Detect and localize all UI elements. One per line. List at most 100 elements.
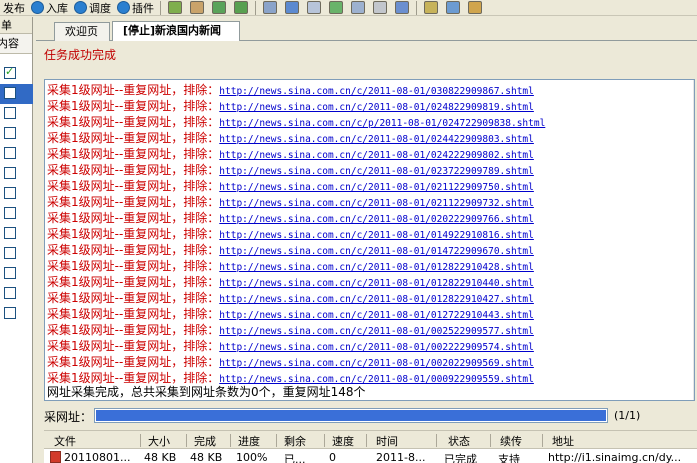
log-url-link[interactable]: http://news.sina.com.cn/c/2011-08-01/012… bbox=[219, 310, 534, 321]
task-row[interactable] bbox=[0, 144, 33, 164]
log-summary: 网址采集完成，总共采集到网址条数为0个，重复网址148个 bbox=[47, 385, 366, 399]
log-url-link[interactable]: http://news.sina.com.cn/c/2011-08-01/002… bbox=[219, 342, 534, 353]
store-button[interactable]: 入库 bbox=[28, 0, 71, 15]
cell-speed: 0 bbox=[329, 451, 336, 463]
task-row[interactable] bbox=[0, 104, 33, 124]
col-header-done[interactable]: 完成 bbox=[194, 433, 216, 449]
log-url-link[interactable]: http://news.sina.com.cn/c/2011-08-01/021… bbox=[219, 182, 534, 193]
log-scrollbar[interactable] bbox=[693, 80, 694, 400]
col-header-progress[interactable]: 进度 bbox=[238, 433, 260, 449]
task-row[interactable] bbox=[0, 164, 33, 184]
col-header-status[interactable]: 状态 bbox=[448, 433, 470, 449]
task-row[interactable] bbox=[0, 84, 33, 104]
task-row[interactable] bbox=[0, 244, 33, 264]
task-row[interactable] bbox=[0, 304, 33, 324]
column-divider bbox=[140, 434, 141, 447]
task-checkbox[interactable] bbox=[4, 307, 16, 319]
clock-icon bbox=[74, 1, 87, 14]
store-label: 入库 bbox=[46, 1, 68, 15]
log-url-link[interactable]: http://news.sina.com.cn/c/2011-08-01/024… bbox=[219, 150, 534, 161]
task-checkbox[interactable] bbox=[4, 87, 16, 99]
export-icon[interactable] bbox=[329, 1, 343, 14]
task-checkbox[interactable] bbox=[4, 207, 16, 219]
task-row[interactable] bbox=[0, 64, 33, 84]
col-header-resume[interactable]: 续传 bbox=[500, 433, 522, 449]
log-url-link[interactable]: http://news.sina.com.cn/c/2011-08-01/020… bbox=[219, 214, 534, 225]
log-url-link[interactable]: http://news.sina.com.cn/c/2011-08-01/012… bbox=[219, 294, 534, 305]
table-row[interactable]: 20110801... 48 KB 48 KB 100% 已... 0 2011… bbox=[44, 450, 697, 463]
tools-icon[interactable] bbox=[190, 1, 204, 14]
col-header-remaining[interactable]: 剩余 bbox=[284, 433, 306, 449]
column-divider bbox=[542, 434, 543, 447]
content-column-header[interactable]: 内容 bbox=[0, 34, 32, 54]
tab-sina-news[interactable]: [停止]新浪国内新闻 bbox=[112, 21, 240, 41]
log-row: 采集1级网址--重复网址，排除：http://news.sina.com.cn/… bbox=[47, 146, 534, 162]
task-row[interactable] bbox=[0, 224, 33, 244]
task-row[interactable] bbox=[0, 284, 33, 304]
progress-count: (1/1) bbox=[614, 409, 641, 422]
task-checkbox[interactable] bbox=[4, 167, 16, 179]
globe-icon[interactable] bbox=[446, 1, 460, 14]
file-icon bbox=[50, 451, 61, 463]
brush-icon[interactable] bbox=[468, 1, 482, 14]
publish-button[interactable]: 发布 bbox=[0, 0, 28, 15]
print-icon[interactable] bbox=[373, 1, 387, 14]
document-icon[interactable] bbox=[307, 1, 321, 14]
schedule-label: 调度 bbox=[89, 1, 111, 15]
toolbar-separator bbox=[416, 0, 417, 15]
log-url-link[interactable]: http://news.sina.com.cn/c/2011-08-01/002… bbox=[219, 326, 534, 337]
task-row[interactable] bbox=[0, 204, 33, 224]
col-header-address[interactable]: 地址 bbox=[552, 433, 574, 449]
log-url-link[interactable]: http://news.sina.com.cn/c/2011-08-01/023… bbox=[219, 166, 534, 177]
log-url-link[interactable]: http://news.sina.com.cn/c/2011-08-01/012… bbox=[219, 262, 534, 273]
task-row[interactable] bbox=[0, 184, 33, 204]
task-checkbox[interactable] bbox=[4, 187, 16, 199]
task-checkbox[interactable] bbox=[4, 287, 16, 299]
cell-remaining: 已... bbox=[284, 453, 306, 463]
list-icon[interactable] bbox=[351, 1, 365, 14]
col-header-size[interactable]: 大小 bbox=[148, 433, 170, 449]
plugin-icon bbox=[117, 1, 130, 14]
log-url-link[interactable]: http://news.sina.com.cn/c/2011-08-01/024… bbox=[219, 102, 534, 113]
edit-icon[interactable] bbox=[424, 1, 438, 14]
log-row-prefix: 采集1级网址--重复网址，排除： bbox=[47, 131, 220, 145]
task-checkbox[interactable] bbox=[4, 267, 16, 279]
schedule-button[interactable]: 调度 bbox=[71, 0, 114, 15]
log-row: 采集1级网址--重复网址，排除：http://news.sina.com.cn/… bbox=[47, 82, 534, 98]
log-url-link[interactable]: http://news.sina.com.cn/c/2011-08-01/014… bbox=[219, 246, 534, 257]
refresh-icon[interactable] bbox=[212, 1, 226, 14]
log-row: 采集1级网址--重复网址，排除：http://news.sina.com.cn/… bbox=[47, 258, 534, 274]
task-row[interactable] bbox=[0, 264, 33, 284]
col-header-file[interactable]: 文件 bbox=[54, 433, 76, 449]
task-checkbox[interactable] bbox=[4, 147, 16, 159]
clock-icon[interactable] bbox=[285, 1, 299, 14]
log-url-link[interactable]: http://news.sina.com.cn/c/2011-08-01/030… bbox=[219, 86, 534, 97]
log-url-link[interactable]: http://news.sina.com.cn/c/2011-08-01/014… bbox=[219, 230, 534, 241]
task-checkbox[interactable] bbox=[4, 65, 16, 79]
image-icon[interactable] bbox=[395, 1, 409, 14]
progress-label: 采网址： bbox=[44, 410, 93, 424]
log-row-prefix: 采集1级网址--重复网址，排除： bbox=[47, 99, 220, 113]
log-url-link[interactable]: http://news.sina.com.cn/c/2011-08-01/002… bbox=[219, 358, 534, 369]
plugin-button[interactable]: 插件 bbox=[114, 0, 157, 15]
task-checkbox[interactable] bbox=[4, 227, 16, 239]
log-url-link[interactable]: http://news.sina.com.cn/c/2011-08-01/021… bbox=[219, 198, 534, 209]
col-header-speed[interactable]: 速度 bbox=[332, 433, 354, 449]
tree-icon[interactable] bbox=[234, 1, 248, 14]
log-url-link[interactable]: http://news.sina.com.cn/c/p/2011-08-01/0… bbox=[219, 118, 545, 129]
log-url-link[interactable]: http://news.sina.com.cn/c/2011-08-01/024… bbox=[219, 134, 534, 145]
tab-welcome[interactable]: 欢迎页 bbox=[54, 22, 110, 41]
log-output[interactable]: 采集1级网址--重复网址，排除：http://news.sina.com.cn/… bbox=[44, 79, 695, 401]
log-row-prefix: 采集1级网址--重复网址，排除： bbox=[47, 323, 220, 337]
task-checkbox[interactable] bbox=[4, 247, 16, 259]
task-row[interactable] bbox=[0, 124, 33, 144]
col-header-time[interactable]: 时间 bbox=[376, 433, 398, 449]
task-checkbox[interactable] bbox=[4, 127, 16, 139]
column-divider bbox=[490, 434, 491, 447]
window-icon[interactable] bbox=[263, 1, 277, 14]
task-checkbox[interactable] bbox=[4, 107, 16, 119]
log-row: 采集1级网址--重复网址，排除：http://news.sina.com.cn/… bbox=[47, 226, 534, 242]
log-url-link[interactable]: http://news.sina.com.cn/c/2011-08-01/012… bbox=[219, 278, 534, 289]
settings-icon[interactable] bbox=[168, 1, 182, 14]
main-toolbar: 发布 入库 调度 插件 bbox=[0, 0, 697, 16]
